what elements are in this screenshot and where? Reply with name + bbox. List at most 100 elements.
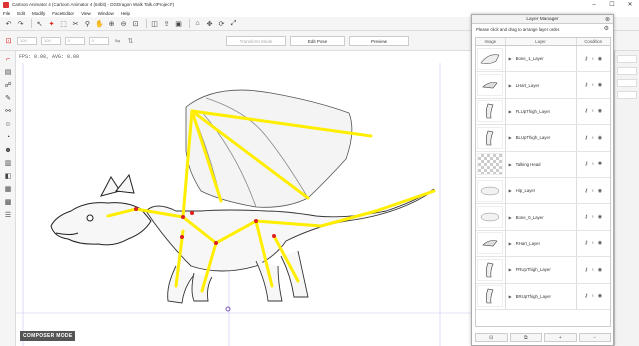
menu-window[interactable]: Window: [98, 11, 114, 16]
close-icon[interactable]: ⊗: [605, 16, 610, 23]
expand-arrow-icon[interactable]: ▶: [509, 241, 512, 246]
layer-icon[interactable]: ▥: [3, 158, 13, 168]
expand-arrow-icon[interactable]: ▶: [509, 215, 512, 220]
menu-edit[interactable]: Edit: [17, 11, 25, 16]
layer-row[interactable]: ▶ Talking Head ⚷ ♁ ✱: [476, 151, 610, 178]
link-icon[interactable]: ♁: [591, 188, 595, 194]
layer-row[interactable]: ▶ Bone_0_Layer ⚷ ♁ ◉: [476, 204, 610, 231]
lock-icon[interactable]: ⚷: [584, 161, 588, 167]
lock-icon[interactable]: ⚷: [584, 214, 588, 220]
visibility-icon[interactable]: ◉: [598, 135, 602, 141]
timeline-icon[interactable]: ▦: [3, 184, 13, 194]
menu-help[interactable]: Help: [121, 11, 130, 16]
visibility-icon[interactable]: ◉: [598, 267, 602, 273]
expand-arrow-icon[interactable]: ▶: [509, 294, 512, 299]
layer-row[interactable]: ▶ BRUpThigh_Layer ⚷ ♁ ◉: [476, 283, 610, 310]
undo-icon[interactable]: ↶: [4, 19, 13, 28]
layer-name-cell[interactable]: ▶ FLUpThigh_Layer: [506, 98, 577, 125]
reset-order-icon[interactable]: ⊟: [475, 333, 508, 342]
layer-name-cell[interactable]: ▶ Bone_0_Layer: [506, 204, 577, 230]
layer-row[interactable]: ▶ RHart_Layer ⚷ ♁ ◉: [476, 230, 610, 258]
bone-icon[interactable]: ⌐: [3, 54, 13, 64]
menu-view[interactable]: View: [81, 11, 91, 16]
visibility-icon[interactable]: ◉: [598, 108, 602, 114]
lock-icon[interactable]: ⚷: [584, 108, 588, 114]
visibility-icon[interactable]: ◉: [598, 82, 602, 88]
visibility-icon[interactable]: ◉: [598, 188, 602, 194]
value-field-1[interactable]: 100: [17, 36, 37, 45]
select-icon[interactable]: ↖: [35, 19, 44, 28]
box-select-icon[interactable]: ⬚: [59, 19, 68, 28]
layer-row[interactable]: ▶ BLUpThigh_Layer ⚷ ♁ ◉: [476, 125, 610, 152]
visibility-icon[interactable]: ◉: [598, 214, 602, 220]
lasso-icon[interactable]: ✂: [71, 19, 80, 28]
mask-icon[interactable]: ◧: [3, 171, 13, 181]
add-layer-icon[interactable]: +: [544, 333, 577, 342]
menu-faceeditor[interactable]: FaceEditor: [52, 11, 74, 16]
menu-file[interactable]: File: [3, 11, 10, 16]
layer-name-cell[interactable]: ▶ BRUpThigh_Layer: [506, 283, 577, 309]
bone-select-icon[interactable]: ✦: [47, 19, 56, 28]
lock-icon[interactable]: ⚷: [584, 188, 588, 194]
layer-name-cell[interactable]: ▶ RHart_Layer: [506, 230, 577, 257]
value-field-4[interactable]: 0: [89, 36, 109, 45]
lock-icon[interactable]: ⚷: [584, 82, 588, 88]
link-icon[interactable]: ⚯: [3, 106, 13, 116]
link-icon[interactable]: ♁: [591, 82, 595, 88]
delete-layer-icon[interactable]: −: [578, 333, 611, 342]
face-icon[interactable]: ◔: [3, 132, 13, 142]
maximize-button[interactable]: ☐: [603, 0, 621, 9]
lock-icon[interactable]: ⚷: [584, 293, 588, 299]
zoom-out-icon[interactable]: ⊖: [119, 19, 128, 28]
expand-arrow-icon[interactable]: ▶: [509, 135, 512, 140]
head-icon[interactable]: ☺: [3, 119, 13, 129]
fit-icon[interactable]: ⊡: [131, 19, 140, 28]
layer-row[interactable]: ▶ LHart_Layer ⚷ ♁ ◉: [476, 72, 610, 99]
close-button[interactable]: ✕: [621, 0, 639, 9]
expand-arrow-icon[interactable]: ▶: [509, 162, 512, 167]
link-icon[interactable]: ♁: [591, 214, 595, 220]
layer-name-cell[interactable]: ▶ Bone_1_Layer: [506, 46, 577, 72]
layer-manager-titlebar[interactable]: Layer Manager ⊗: [472, 15, 613, 24]
expand-arrow-icon[interactable]: ▶: [509, 109, 512, 114]
expression-icon[interactable]: ☻: [3, 145, 13, 155]
value-field-2[interactable]: 100: [41, 36, 61, 45]
zoom-in-icon[interactable]: ⊕: [107, 19, 116, 28]
link-icon[interactable]: ♁: [591, 240, 595, 246]
visibility-icon[interactable]: ◉: [598, 240, 602, 246]
pose-icon[interactable]: ☍: [3, 80, 13, 90]
flip-icon[interactable]: ⇋: [113, 36, 122, 45]
lock-icon[interactable]: ⚷: [584, 56, 588, 62]
layer-row[interactable]: ▶ Hip_Layer ⚷ ♁ ◉: [476, 177, 610, 205]
export-icon[interactable]: ⇪: [162, 19, 171, 28]
link-icon[interactable]: ♁: [591, 267, 595, 273]
layer-row[interactable]: ▶ FRUpThigh_Layer ⚷ ♁ ◉: [476, 257, 610, 284]
rotate-icon[interactable]: ⟳: [217, 19, 226, 28]
render-icon[interactable]: ◫: [150, 19, 159, 28]
camera-icon[interactable]: ▣: [174, 19, 183, 28]
link-icon[interactable]: ♁: [591, 161, 595, 167]
lock-icon[interactable]: ⚷: [584, 267, 588, 273]
copy-layer-icon[interactable]: ⧉: [509, 333, 542, 342]
link-icon[interactable]: ♁: [591, 56, 595, 62]
expand-arrow-icon[interactable]: ▶: [509, 56, 512, 61]
menu-modify[interactable]: Modify: [32, 11, 45, 16]
home-icon[interactable]: ⌂: [193, 19, 202, 28]
scale-icon[interactable]: ⤢: [229, 19, 238, 28]
pin-icon[interactable]: ⚲: [83, 19, 92, 28]
layer-name-cell[interactable]: ▶ BLUpThigh_Layer: [506, 125, 577, 151]
layer-name-cell[interactable]: ▶ Hip_Layer: [506, 177, 577, 204]
lock-icon[interactable]: ⚷: [584, 240, 588, 246]
expand-arrow-icon[interactable]: ▶: [509, 267, 512, 272]
expand-arrow-icon[interactable]: ▶: [509, 83, 512, 88]
edit-pose-button[interactable]: Edit Pose: [290, 36, 345, 46]
layer-row[interactable]: ▶ FLUpThigh_Layer ⚷ ♁ ◉: [476, 98, 610, 126]
sprite-icon[interactable]: ▤: [3, 67, 13, 77]
mirror-icon[interactable]: ⇅: [126, 36, 135, 45]
value-field-3[interactable]: 0: [65, 36, 85, 45]
layer-row[interactable]: ▶ Bone_1_Layer ⚷ ♁ ◉: [476, 46, 610, 73]
link-icon[interactable]: ♁: [591, 108, 595, 114]
layer-name-cell[interactable]: ▶ Talking Head: [506, 151, 577, 177]
bone-tool-icon[interactable]: ⊡: [4, 36, 13, 45]
visibility-icon[interactable]: ◉: [598, 293, 602, 299]
